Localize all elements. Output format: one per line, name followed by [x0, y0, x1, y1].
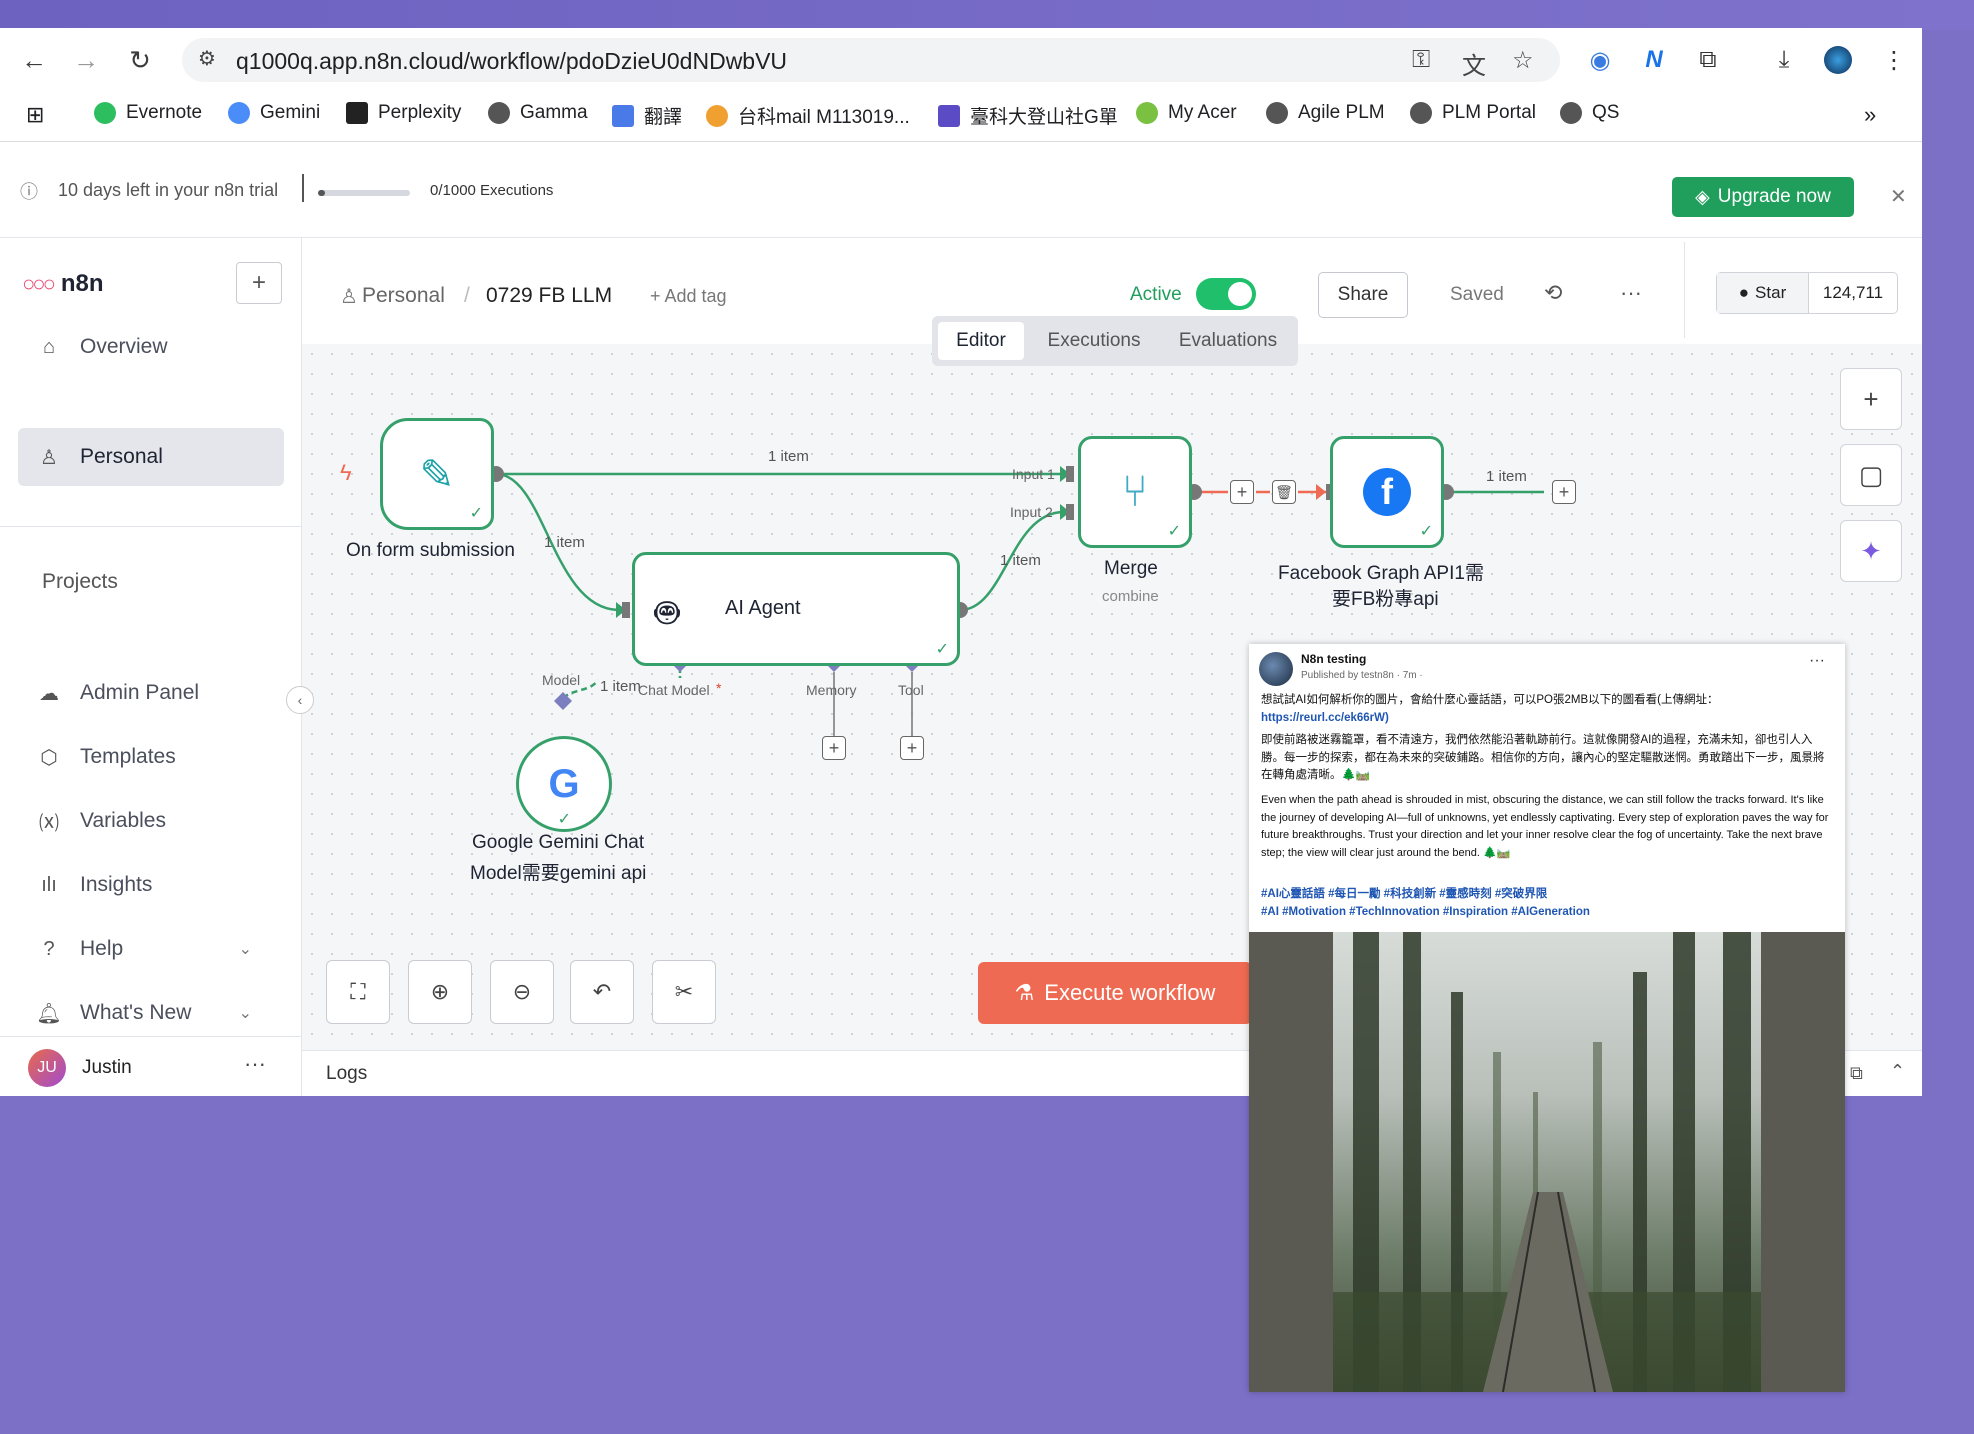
port-label-tool: Tool: [898, 682, 924, 698]
fb-post-meta: Published by testn8n · 7m ·: [1301, 670, 1423, 681]
fb-post-photo: [1249, 932, 1845, 1392]
delete-connection-icon[interactable]: 🗑︎: [1272, 480, 1296, 504]
fb-post-header: N8n testing Published by testn8n · 7m · …: [1259, 652, 1835, 688]
facebook-icon: f: [1363, 468, 1411, 516]
node-form-trigger[interactable]: ✎ ✓: [380, 418, 494, 530]
node-label-merge: Merge: [1104, 558, 1158, 579]
fb-zh-paragraph: 即使前路被迷霧籠罩，看不清遠方，我們依然能沿著軌跡前行。這就像開發AI的過程，充…: [1261, 734, 1825, 781]
node-sub-merge: combine: [1102, 588, 1159, 605]
node-label-gemini-2: Model需要gemini api: [470, 863, 647, 884]
robot-icon: 🤖︎: [655, 591, 679, 635]
node-label-facebook-1: Facebook Graph API1需: [1278, 563, 1484, 584]
collapse-sidebar-icon[interactable]: ‹: [286, 686, 314, 714]
edge-label-fb-out: 1 item: [1486, 468, 1527, 485]
node-label-ai-agent: AI Agent: [725, 597, 801, 619]
execute-workflow-button[interactable]: ⚗ Execute workflow: [978, 962, 1252, 1024]
node-facebook-graph[interactable]: f ✓: [1330, 436, 1444, 548]
gemini-model-port[interactable]: [554, 692, 572, 710]
merge-input1-port[interactable]: [1066, 466, 1074, 482]
add-memory-button[interactable]: +: [822, 736, 846, 760]
node-label-gemini-1: Google Gemini Chat: [472, 832, 645, 853]
port-label-chat-model: Chat Model: [638, 682, 710, 698]
port-label-input-1: Input 1: [1012, 466, 1055, 482]
facebook-post-preview: N8n testing Published by testn8n · 7m · …: [1249, 644, 1845, 1392]
edge-label-trigger-agent: 1 item: [544, 534, 585, 551]
success-check-icon: ✓: [557, 811, 571, 828]
success-check-icon: ✓: [469, 505, 483, 522]
add-next-node-button[interactable]: +: [1552, 480, 1576, 504]
edge-label-agent-merge: 1 item: [1000, 552, 1041, 569]
edge-label-trigger-merge: 1 item: [768, 448, 809, 465]
node-label-facebook-2: 要FB粉專api: [1332, 589, 1439, 610]
forest-railway-image: [1333, 932, 1761, 1392]
port-label-memory: Memory: [806, 682, 857, 698]
success-check-icon: ✓: [1167, 523, 1181, 540]
undo-icon[interactable]: ↶: [570, 960, 634, 1024]
port-label-model: Model: [542, 672, 581, 688]
port-label-input-2: Input 2: [1010, 504, 1053, 520]
arrow-fb-in: [1316, 484, 1326, 500]
fb-line-1: 想試試AI如何解析你的圖片，會給什麼心靈話語，可以PO張2MB以下的圖看看(上傳…: [1261, 694, 1719, 706]
agent-input-port[interactable]: [622, 602, 630, 618]
edge-label-gemini-agent: 1 item: [600, 678, 641, 695]
node-ai-agent[interactable]: 🤖︎ AI Agent ✓: [632, 552, 960, 666]
form-icon: ✎: [419, 450, 455, 498]
success-check-icon: ✓: [1419, 523, 1433, 540]
forest-drawing: [1333, 932, 1761, 1392]
node-gemini-chat-model[interactable]: G ✓: [516, 736, 612, 832]
sticky-note-icon[interactable]: ▢: [1840, 444, 1902, 506]
flask-icon: ⚗: [1014, 980, 1035, 1005]
tidy-up-icon[interactable]: ✂: [652, 960, 716, 1024]
ai-assistant-icon[interactable]: ✦: [1840, 520, 1902, 582]
more-icon: ···: [1809, 652, 1825, 669]
fb-tags-zh: #AI心靈話語 #每日一勵 #科技創新 #靈感時刻 #突破界限: [1261, 888, 1548, 900]
logs-label: Logs: [326, 1063, 368, 1084]
node-merge[interactable]: ⑂ ✓: [1078, 436, 1192, 548]
popout-icon[interactable]: ⧉: [1850, 1063, 1863, 1084]
zoom-in-icon[interactable]: ⊕: [408, 960, 472, 1024]
avatar: [1259, 652, 1293, 686]
google-icon: G: [548, 761, 580, 806]
node-label-form-trigger: On form submission: [346, 540, 515, 561]
add-tool-button[interactable]: +: [900, 736, 924, 760]
fb-tags-en: #AI #Motivation #TechInnovation #Inspira…: [1261, 906, 1590, 918]
merge-icon: ⑂: [1121, 467, 1149, 516]
insert-node-button[interactable]: +: [1230, 480, 1254, 504]
lightning-icon: ϟ: [340, 460, 352, 485]
add-node-button[interactable]: +: [1840, 368, 1902, 430]
zoom-out-icon[interactable]: ⊖: [490, 960, 554, 1024]
fb-en-paragraph: Even when the path ahead is shrouded in …: [1261, 794, 1829, 859]
fit-view-icon[interactable]: ⛶: [326, 960, 390, 1024]
merge-input2-port[interactable]: [1066, 504, 1074, 520]
fb-page-name: N8n testing: [1301, 652, 1367, 666]
fb-link: https://reurl.cc/ek66rW): [1261, 712, 1389, 724]
chevron-up-icon[interactable]: ⌃: [1890, 1061, 1905, 1082]
success-check-icon: ✓: [935, 641, 949, 658]
required-asterisk: *: [716, 680, 722, 696]
